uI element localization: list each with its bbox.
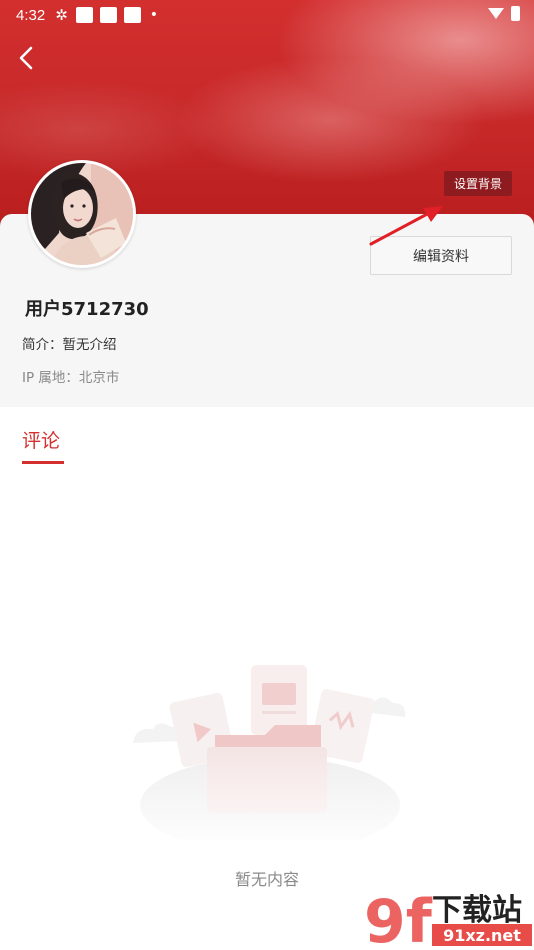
- status-icons: [488, 6, 520, 21]
- svg-text:9f: 9f: [364, 887, 433, 950]
- empty-state-illustration: [133, 665, 406, 840]
- tab-active-indicator: [22, 461, 64, 464]
- status-time: 4:32: [16, 6, 46, 24]
- avatar-image: [31, 163, 133, 265]
- notification-icon: [123, 7, 141, 23]
- notification-icon: [75, 7, 93, 23]
- wifi-icon: [488, 8, 504, 19]
- more-notifications-dot: •: [149, 7, 159, 23]
- svg-text:91xz.net: 91xz.net: [443, 926, 521, 945]
- annotation-arrow: [369, 206, 443, 246]
- battery-icon: [511, 6, 520, 21]
- svg-text:下载站: 下载站: [432, 893, 522, 928]
- set-background-button[interactable]: 设置背景: [444, 171, 512, 196]
- tab-comments[interactable]: 评论: [22, 426, 60, 453]
- ip-location: IP 属地：北京市: [22, 370, 120, 386]
- bio-text: 简介：暂无介绍: [22, 337, 117, 353]
- back-button[interactable]: [14, 44, 40, 72]
- sync-icon: ✲: [55, 6, 68, 24]
- watermark-logo: 9f 下载站 91xz.net: [364, 887, 532, 950]
- status-bar: 4:32 ✲ •: [0, 0, 534, 30]
- username: 用户5712730: [25, 299, 149, 320]
- notification-icon: [99, 7, 117, 23]
- avatar[interactable]: [28, 160, 136, 268]
